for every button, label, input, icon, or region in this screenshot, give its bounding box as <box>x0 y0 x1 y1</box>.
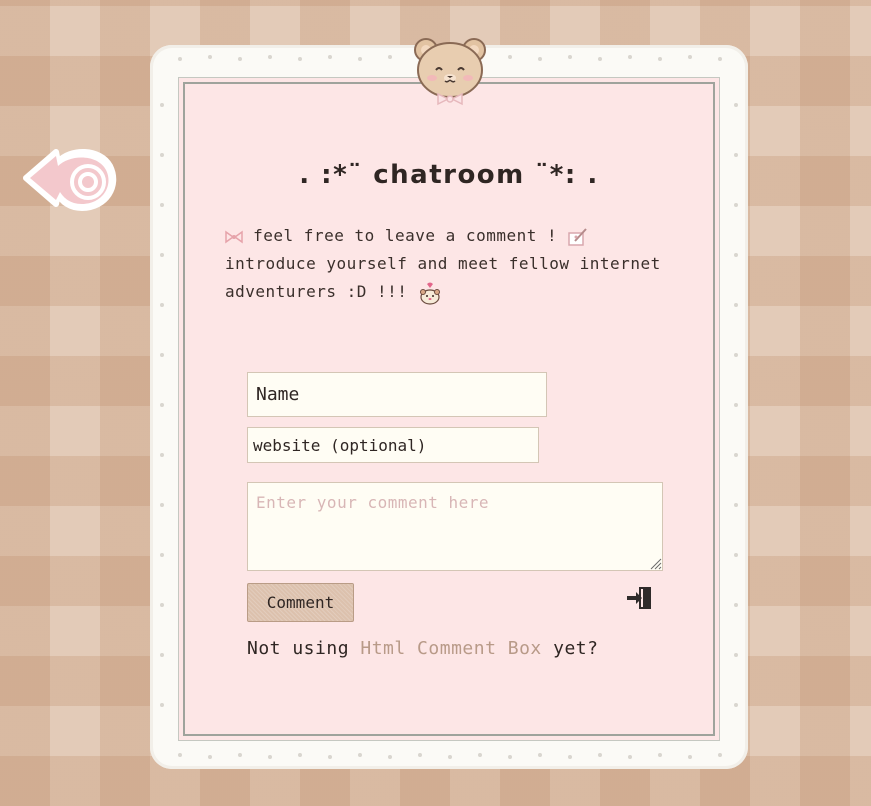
resize-grip-icon[interactable] <box>648 556 662 570</box>
comment-textarea[interactable] <box>247 482 663 571</box>
footer-prefix: Not using <box>247 638 361 659</box>
footer-suffix: yet? <box>541 638 599 659</box>
footer-text: Not using Html Comment Box yet? <box>247 638 598 659</box>
intro-line-2: introduce yourself and meet fellow inter… <box>225 254 661 273</box>
intro-line-1: feel free to leave a comment ! <box>253 226 568 245</box>
website-input[interactable] <box>247 427 539 463</box>
name-input[interactable] <box>247 372 547 417</box>
login-door-icon[interactable] <box>625 585 653 611</box>
hamster-heart-icon <box>419 282 440 305</box>
notebook-pencil-icon <box>568 227 588 246</box>
back-swirl-icon[interactable] <box>22 142 118 212</box>
pink-bow-icon <box>225 230 243 243</box>
intro-text: feel free to leave a comment ! introduce… <box>225 222 675 306</box>
teddy-bear-head-icon <box>414 38 486 106</box>
html-comment-box-link[interactable]: Html Comment Box <box>360 638 541 659</box>
comment-submit-button[interactable]: Comment <box>247 583 354 622</box>
intro-line-3: adventurers :D !!! <box>225 282 418 301</box>
page-title: . :*¨ chatroom ¨*: . <box>299 160 599 190</box>
